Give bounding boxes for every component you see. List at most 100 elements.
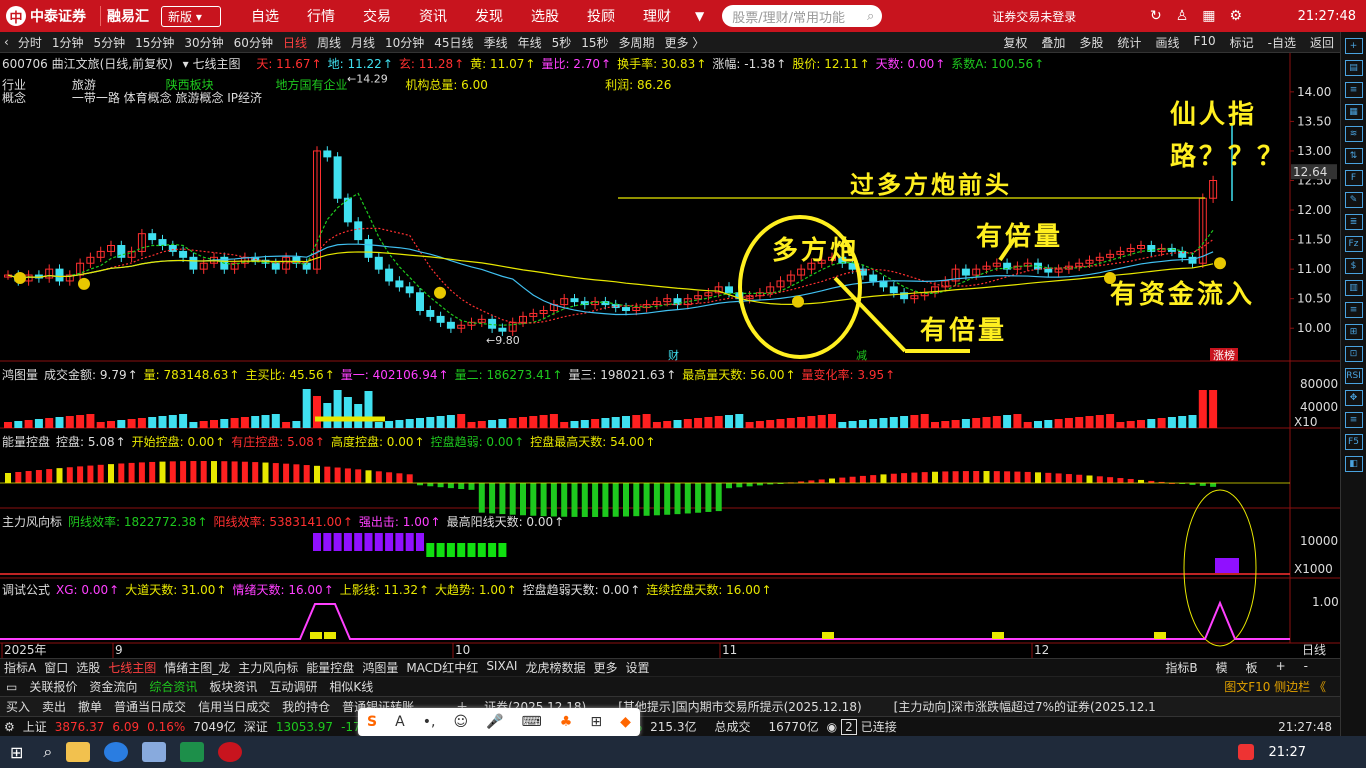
keyboard-icon[interactable]: ⌨ [522, 714, 542, 730]
indicator-tab[interactable]: 指标A [0, 659, 40, 676]
indicator-tab[interactable]: 七线主图 [104, 659, 160, 676]
info-tab[interactable]: 板块资讯 [203, 678, 263, 695]
chart-area[interactable]: 14.00 13.50 13.00 12.50 12.00 11.50 11.00 10.50… [0, 53, 1340, 658]
menu-item[interactable]: 资讯 [405, 6, 461, 26]
period-item[interactable]: 30分钟 [179, 34, 228, 51]
info-tab[interactable]: 综合资讯 [143, 678, 203, 695]
period-tool[interactable]: 返回 [1310, 34, 1334, 51]
menu-item[interactable]: 行情 [293, 6, 349, 26]
menu-item[interactable]: 交易 [349, 6, 405, 26]
tab-tool[interactable]: 板 [1242, 659, 1262, 676]
period-tool[interactable]: 复权 [1003, 34, 1027, 51]
tray-icon[interactable] [1238, 744, 1254, 760]
menu-item[interactable]: 投顾 [573, 6, 629, 26]
trade-action[interactable]: 普通当日成交 [108, 698, 192, 715]
period-item[interactable]: 5分钟 [88, 34, 130, 51]
tool-icon[interactable]: Fz [1344, 236, 1363, 252]
fish-icon[interactable]: ◆ [620, 714, 631, 730]
tool-icon[interactable]: ≣ [1344, 214, 1363, 230]
indicator-tab[interactable]: MACD红中红 [402, 659, 482, 676]
settings-icon[interactable]: ⚙ [0, 720, 19, 734]
info-tab[interactable]: 互动调研 [263, 678, 323, 695]
tool-icon[interactable]: F [1344, 170, 1363, 186]
period-item[interactable]: 15秒 [576, 34, 613, 51]
period-tool[interactable]: 标记 [1230, 34, 1254, 51]
tool-icon[interactable]: ⇅ [1344, 148, 1363, 164]
indicator-tab[interactable]: 选股 [72, 659, 104, 676]
tool-icon[interactable]: ▤ [1344, 60, 1363, 76]
info-tab[interactable]: 相似K线 [323, 678, 379, 695]
tool-icon[interactable]: ⊞ [1344, 324, 1363, 340]
trade-action[interactable]: 买入 [0, 698, 36, 715]
period-item[interactable]: 年线 [513, 34, 547, 51]
period-item[interactable]: 60分钟 [229, 34, 278, 51]
period-tool[interactable]: 叠加 [1041, 34, 1065, 51]
indicator-tab[interactable]: 主力风向标 [234, 659, 302, 676]
refresh-icon[interactable]: ↻ [1150, 8, 1162, 24]
period-item[interactable]: 月线 [346, 34, 380, 51]
period-tool[interactable]: -自选 [1268, 34, 1296, 51]
dropdown-icon[interactable]: ▼ [695, 9, 704, 23]
info-tab[interactable]: 资金流向 [83, 678, 143, 695]
login-status[interactable]: 证券交易未登录 [992, 8, 1076, 25]
tool-icon[interactable]: ▥ [1344, 280, 1363, 296]
tool-icon[interactable]: ≋ [1344, 126, 1363, 142]
tool-icon[interactable]: ✥ [1344, 390, 1363, 406]
tab-tool[interactable]: 模 [1212, 659, 1232, 676]
trade-action[interactable]: 撤单 [72, 698, 108, 715]
tool-icon[interactable]: ▦ [1344, 104, 1363, 120]
menu-item[interactable]: 理财 [629, 6, 685, 26]
folder-icon[interactable] [66, 742, 91, 762]
apps-icon[interactable]: ⊞ [590, 714, 602, 730]
mic-icon[interactable]: 🎤 [486, 714, 503, 730]
period-tool[interactable]: F10 [1193, 34, 1215, 51]
period-tool[interactable]: 多股 [1079, 34, 1103, 51]
period-item[interactable]: 5秒 [547, 34, 577, 51]
indicator-tab[interactable]: 情绪主图_龙 [160, 659, 234, 676]
settings-icon[interactable]: ⚙ [1230, 8, 1243, 24]
period-item[interactable]: 更多 〉 [660, 34, 710, 51]
period-item[interactable]: 45日线 [429, 34, 478, 51]
text-icon[interactable]: A [395, 714, 405, 730]
indicator-name[interactable]: ▾ 七线主图 [183, 57, 247, 71]
browser-icon[interactable] [104, 742, 129, 762]
indicator-tab[interactable]: 能量控盘 [302, 659, 358, 676]
period-item[interactable]: 15分钟 [130, 34, 179, 51]
trade-action[interactable]: 我的持仓 [276, 698, 336, 715]
period-item[interactable]: 1分钟 [47, 34, 89, 51]
debug-panel-name[interactable]: 调试公式 [2, 583, 50, 597]
trade-action[interactable]: 卖出 [36, 698, 72, 715]
skin-icon[interactable]: ♣ [560, 714, 573, 730]
period-tool[interactable]: 统计 [1117, 34, 1141, 51]
punct-icon[interactable]: •, [423, 714, 436, 730]
app-icon[interactable] [218, 742, 243, 762]
tool-icon[interactable]: ✎ [1344, 192, 1363, 208]
search-input[interactable]: 股票/理财/常用功能 ⌕ [722, 5, 883, 27]
tool-icon[interactable]: ≡ [1344, 412, 1363, 428]
indicator-tab[interactable]: 更多 [589, 659, 621, 676]
indicator-tab[interactable]: 设置 [621, 659, 653, 676]
indicator-tab[interactable]: 龙虎榜数据 [521, 659, 589, 676]
vol-panel-name[interactable]: 鸿图量 [2, 368, 38, 382]
tab-tool[interactable]: - [1300, 659, 1312, 676]
grid-icon[interactable]: ▦ [1202, 8, 1215, 24]
notepad-icon[interactable] [142, 742, 167, 762]
menu-item[interactable]: 发现 [461, 6, 517, 26]
tool-icon[interactable]: ≡ [1344, 302, 1363, 318]
news-item[interactable]: [主力动向]深市涨跌幅超过7%的证券(2025.12.1 [888, 698, 1162, 715]
trade-action[interactable]: 信用当日成交 [192, 698, 276, 715]
collapse-icon[interactable]: ▭ [0, 680, 23, 694]
period-item[interactable]: 分时 [13, 34, 47, 51]
tool-icon[interactable]: $ [1344, 258, 1363, 274]
tool-icon[interactable]: RSI [1344, 368, 1363, 384]
search-icon[interactable]: ⌕ [867, 9, 874, 24]
sogou-icon[interactable]: S [367, 714, 377, 730]
version-select[interactable]: 新版 ▾ [161, 5, 221, 27]
menu-item[interactable]: 选股 [517, 6, 573, 26]
period-item[interactable]: 季线 [479, 34, 513, 51]
tool-icon[interactable]: + [1344, 38, 1363, 54]
indicator-tab[interactable]: SIXAI [482, 659, 521, 676]
menu-item[interactable]: 自选 [237, 6, 293, 26]
shirt-icon[interactable]: ♙ [1176, 8, 1189, 24]
collapse-icon[interactable]: ‹ [0, 35, 13, 49]
